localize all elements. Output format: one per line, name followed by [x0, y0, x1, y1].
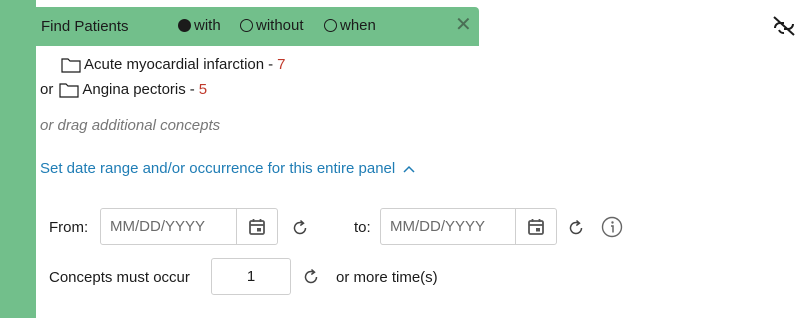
mode-with-label: with	[194, 17, 221, 34]
calendar-icon	[528, 218, 544, 235]
date-range-toggle-link[interactable]: Set date range and/or occurrence for thi…	[40, 160, 415, 177]
occurrence-suffix: or more time(s)	[336, 269, 438, 286]
mode-without-radio[interactable]: without	[240, 17, 304, 34]
concept-prefix: or	[40, 81, 54, 98]
to-label: to:	[354, 219, 371, 236]
concept-separator: -	[189, 81, 195, 98]
radio-selected-icon	[178, 19, 191, 32]
mode-when-label: when	[340, 17, 376, 34]
mode-without-label: without	[256, 17, 304, 34]
mode-with-radio[interactable]: with	[178, 17, 221, 34]
from-date-field[interactable]: MM/DD/YYYY	[100, 208, 278, 245]
reset-icon[interactable]	[292, 219, 309, 236]
date-range-link-label: Set date range and/or occurrence for thi…	[40, 160, 396, 177]
find-patients-panel: Find Patients with without when ✕ Acute …	[0, 0, 802, 318]
concept-item[interactable]: Acute myocardial infarction - 7	[61, 56, 285, 73]
panel-accent-bar	[0, 0, 36, 318]
from-date-input[interactable]: MM/DD/YYYY	[101, 209, 236, 244]
chevron-up-icon	[403, 165, 415, 173]
panel-header: Find Patients with without when ✕	[0, 7, 479, 46]
info-icon[interactable]	[601, 216, 623, 238]
concept-item[interactable]: or Angina pectoris - 5	[40, 81, 207, 98]
concept-name: Acute myocardial infarction	[84, 56, 265, 73]
concept-count: 7	[277, 56, 286, 73]
folder-icon	[61, 57, 81, 73]
mode-when-radio[interactable]: when	[324, 17, 376, 34]
occurrence-label: Concepts must occur	[49, 269, 190, 286]
calendar-button[interactable]	[515, 209, 556, 244]
from-label: From:	[49, 219, 89, 236]
to-date-input[interactable]: MM/DD/YYYY	[381, 209, 515, 244]
panel-title: Find Patients	[41, 18, 129, 35]
radio-unselected-icon	[240, 19, 253, 32]
concept-count: 5	[198, 81, 208, 98]
to-date-field[interactable]: MM/DD/YYYY	[380, 208, 557, 245]
occurrence-count-input[interactable]: 1	[211, 258, 291, 295]
drag-hint: or drag additional concepts	[40, 117, 221, 134]
unlink-icon[interactable]	[771, 15, 797, 37]
calendar-icon	[249, 218, 265, 235]
folder-icon	[59, 82, 79, 98]
concept-name: Angina pectoris	[82, 81, 186, 98]
concept-separator: -	[268, 56, 274, 73]
reset-icon[interactable]	[303, 268, 320, 285]
calendar-button[interactable]	[236, 209, 277, 244]
close-icon[interactable]: ✕	[455, 15, 472, 35]
reset-icon[interactable]	[568, 219, 585, 236]
radio-unselected-icon	[324, 19, 337, 32]
